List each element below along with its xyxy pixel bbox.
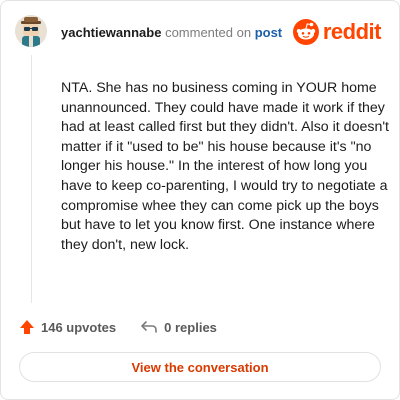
reddit-wordmark: reddit — [322, 19, 382, 44]
reply-count: 0 replies — [164, 319, 217, 335]
comment-header: yachtiewannabe commented on post — [61, 25, 282, 41]
upvote-arrow-icon — [20, 320, 34, 334]
comment-card: yachtiewannabe commented on post reddit … — [0, 0, 400, 400]
upvote-button[interactable]: 146 upvotes — [19, 319, 116, 335]
post-link[interactable]: post — [255, 25, 282, 40]
comment-body: NTA. She has no business coming in YOUR … — [61, 80, 389, 253]
comment-actions: 146 upvotes 0 replies — [19, 319, 217, 335]
reddit-logo[interactable]: reddit — [292, 19, 382, 45]
avatar-icon — [15, 15, 47, 47]
user-avatar[interactable] — [15, 15, 47, 47]
reply-button[interactable]: 0 replies — [140, 319, 217, 335]
username-link[interactable]: yachtiewannabe — [61, 25, 161, 40]
reply-arrow-icon — [141, 321, 157, 333]
commented-on-text: commented on — [165, 25, 252, 40]
upvote-count: 146 upvotes — [41, 319, 117, 335]
thread-line — [31, 55, 32, 303]
view-conversation-button[interactable]: View the conversation — [19, 352, 381, 382]
reddit-snoo-icon — [292, 19, 319, 45]
